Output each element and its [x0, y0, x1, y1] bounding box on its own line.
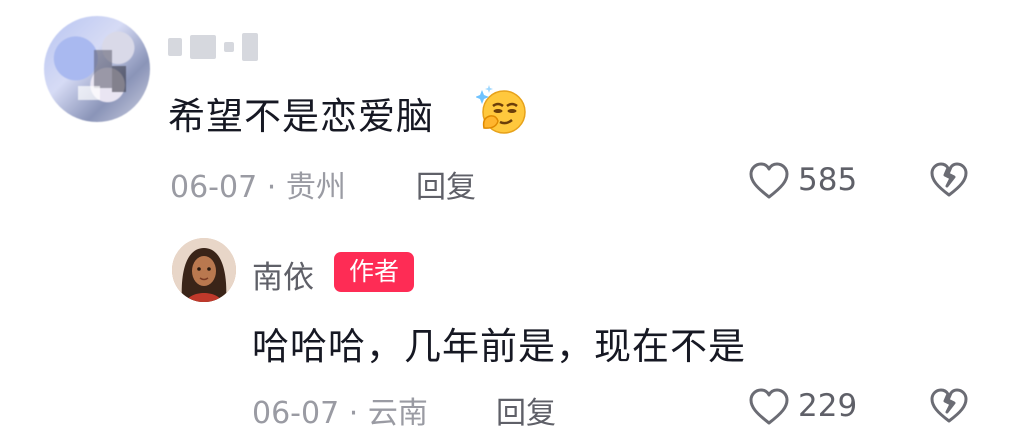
reply-meta: 06-07 · 云南	[252, 388, 428, 432]
comment-text: 希望不是恋爱脑	[168, 95, 434, 138]
comment-meta: 06-07 · 贵州	[170, 162, 346, 206]
broken-heart-dislike-icon[interactable]	[930, 162, 968, 198]
author-avatar-image	[172, 238, 236, 302]
thinking-face-emoji-icon	[476, 85, 526, 134]
comment-date: 06-07	[170, 170, 258, 205]
reply-date: 06-07	[252, 396, 340, 431]
author-avatar[interactable]	[172, 238, 236, 302]
meta-separator: ·	[348, 396, 359, 431]
author-badge: 作者	[334, 252, 414, 292]
like-heart-icon[interactable]	[748, 388, 790, 426]
reply-location: 云南	[367, 396, 428, 431]
comment-reply-button[interactable]: 回复	[416, 162, 476, 206]
reply-reply-button[interactable]: 回复	[496, 388, 556, 432]
reply-like-count: 229	[798, 388, 858, 424]
comment-like-count: 585	[798, 162, 858, 198]
author-name[interactable]: 南依	[252, 252, 314, 297]
reply-text: 哈哈哈，几年前是，现在不是	[252, 325, 746, 368]
like-heart-icon[interactable]	[748, 162, 790, 200]
commenter-avatar[interactable]	[44, 16, 150, 122]
comment-location: 贵州	[285, 170, 346, 205]
broken-heart-dislike-icon[interactable]	[930, 388, 968, 424]
commenter-name-blurred[interactable]	[168, 30, 308, 64]
meta-separator: ·	[266, 170, 277, 205]
